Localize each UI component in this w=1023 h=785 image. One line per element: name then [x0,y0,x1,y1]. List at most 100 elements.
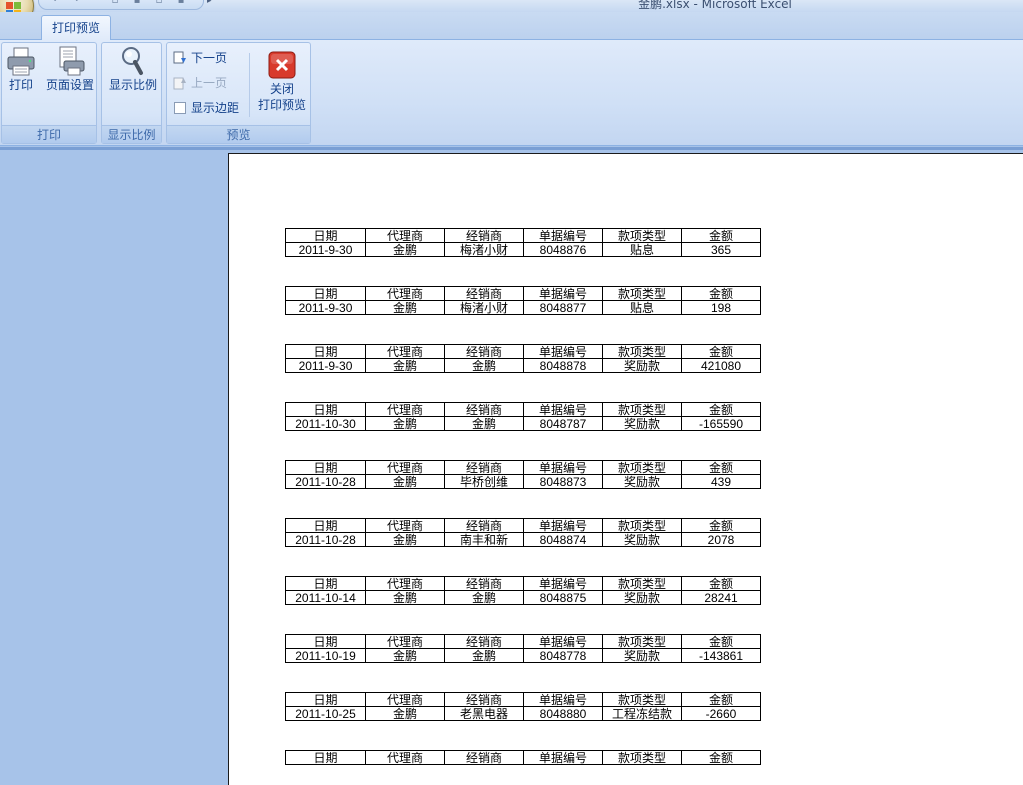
data-cell[interactable]: 奖励款 [602,416,682,431]
header-cell[interactable]: 经销商 [444,460,524,475]
data-cell[interactable]: 奖励款 [602,474,682,489]
header-cell[interactable]: 代理商 [365,576,445,591]
header-cell[interactable]: 单据编号 [523,344,603,359]
new-file-icon[interactable]: ▫ [109,0,121,7]
data-cell[interactable]: 2078 [681,532,761,547]
data-cell[interactable]: 198 [681,300,761,315]
header-cell[interactable]: 日期 [285,344,366,359]
close-print-preview-button[interactable]: 关闭 打印预览 [255,49,309,113]
data-cell[interactable]: 2011-10-25 [285,706,366,721]
data-cell[interactable]: 2011-9-30 [285,242,366,257]
data-cell[interactable]: 奖励款 [602,648,682,663]
header-cell[interactable]: 代理商 [365,518,445,533]
data-cell[interactable]: 8048880 [523,706,603,721]
preview-workspace[interactable]: 日期 代理商 经销商 单据编号 款项类型 金额 2011-9-30 金鹏 梅渚小财 8048876… [0,147,1023,785]
data-cell[interactable]: 老黑电器 [444,706,524,721]
header-cell[interactable]: 单据编号 [523,518,603,533]
previous-page-button[interactable]: 上一页 [173,74,227,92]
redo-icon[interactable]: ↷ [69,0,81,7]
header-cell[interactable]: 代理商 [365,228,445,243]
data-cell[interactable]: 金鹏 [365,532,445,547]
data-cell[interactable]: 2011-9-30 [285,300,366,315]
header-cell[interactable]: 款项类型 [602,634,682,649]
data-cell[interactable]: 金鹏 [365,706,445,721]
header-cell[interactable]: 代理商 [365,750,445,765]
data-cell[interactable]: 439 [681,474,761,489]
header-cell[interactable]: 日期 [285,228,366,243]
data-cell[interactable]: 28241 [681,590,761,605]
print-preview-icon[interactable]: ▫ [153,0,165,7]
save-icon[interactable]: ▪ [175,0,187,7]
header-cell[interactable]: 金额 [681,228,761,243]
data-cell[interactable]: 金鹏 [365,474,445,489]
data-cell[interactable]: 梅渚小财 [444,242,524,257]
data-cell[interactable]: 贴息 [602,300,682,315]
header-cell[interactable]: 代理商 [365,344,445,359]
header-cell[interactable]: 代理商 [365,460,445,475]
header-cell[interactable]: 日期 [285,286,366,301]
data-cell[interactable]: 奖励款 [602,590,682,605]
data-cell[interactable]: 8048877 [523,300,603,315]
header-cell[interactable]: 款项类型 [602,692,682,707]
header-cell[interactable]: 单据编号 [523,460,603,475]
data-cell[interactable]: -2660 [681,706,761,721]
data-cell[interactable]: 贴息 [602,242,682,257]
data-cell[interactable]: 8048873 [523,474,603,489]
data-cell[interactable]: -165590 [681,416,761,431]
undo-icon[interactable]: ↶ [51,0,63,7]
header-cell[interactable]: 款项类型 [602,344,682,359]
data-cell[interactable]: 金鹏 [444,358,524,373]
header-cell[interactable]: 款项类型 [602,460,682,475]
header-cell[interactable]: 经销商 [444,228,524,243]
data-cell[interactable]: 2011-10-28 [285,532,366,547]
show-margins-checkbox[interactable]: 显示边距 [173,99,239,117]
data-cell[interactable]: 金鹏 [365,648,445,663]
header-cell[interactable]: 日期 [285,518,366,533]
header-cell[interactable]: 金额 [681,634,761,649]
tab-print-preview[interactable]: 打印预览 [41,15,111,41]
header-cell[interactable]: 日期 [285,750,366,765]
data-cell[interactable]: 梅渚小财 [444,300,524,315]
header-cell[interactable]: 金额 [681,460,761,475]
preview-page[interactable]: 日期 代理商 经销商 单据编号 款项类型 金额 2011-9-30 金鹏 梅渚小财 8048876… [228,153,1023,785]
data-cell[interactable]: 8048875 [523,590,603,605]
page-setup-button[interactable]: 页面设置 [42,45,98,93]
header-cell[interactable]: 单据编号 [523,634,603,649]
header-cell[interactable]: 经销商 [444,750,524,765]
header-cell[interactable]: 代理商 [365,634,445,649]
header-cell[interactable]: 金额 [681,286,761,301]
header-cell[interactable]: 经销商 [444,576,524,591]
data-cell[interactable]: 工程冻结款 [602,706,682,721]
data-cell[interactable]: 金鹏 [365,358,445,373]
header-cell[interactable]: 日期 [285,576,366,591]
header-cell[interactable]: 金额 [681,576,761,591]
header-cell[interactable]: 金额 [681,402,761,417]
quick-print-icon[interactable]: ▪ [131,0,143,7]
header-cell[interactable]: 经销商 [444,518,524,533]
header-cell[interactable]: 代理商 [365,286,445,301]
data-cell[interactable]: 2011-9-30 [285,358,366,373]
header-cell[interactable]: 单据编号 [523,402,603,417]
header-cell[interactable]: 款项类型 [602,228,682,243]
header-cell[interactable]: 经销商 [444,402,524,417]
data-cell[interactable]: 奖励款 [602,358,682,373]
data-cell[interactable]: 金鹏 [365,590,445,605]
header-cell[interactable]: 经销商 [444,286,524,301]
data-cell[interactable]: 2011-10-28 [285,474,366,489]
header-cell[interactable]: 单据编号 [523,228,603,243]
data-cell[interactable]: 毕桥创维 [444,474,524,489]
data-cell[interactable]: 8048878 [523,358,603,373]
header-cell[interactable]: 款项类型 [602,518,682,533]
data-cell[interactable]: 金鹏 [444,416,524,431]
header-cell[interactable]: 日期 [285,634,366,649]
header-cell[interactable]: 日期 [285,692,366,707]
header-cell[interactable]: 日期 [285,402,366,417]
data-cell[interactable]: 金鹏 [365,416,445,431]
data-cell[interactable]: 金鹏 [444,590,524,605]
header-cell[interactable]: 款项类型 [602,286,682,301]
data-cell[interactable]: -143861 [681,648,761,663]
header-cell[interactable]: 日期 [285,460,366,475]
data-cell[interactable]: 8048876 [523,242,603,257]
header-cell[interactable]: 单据编号 [523,750,603,765]
data-cell[interactable]: 金鹏 [365,300,445,315]
